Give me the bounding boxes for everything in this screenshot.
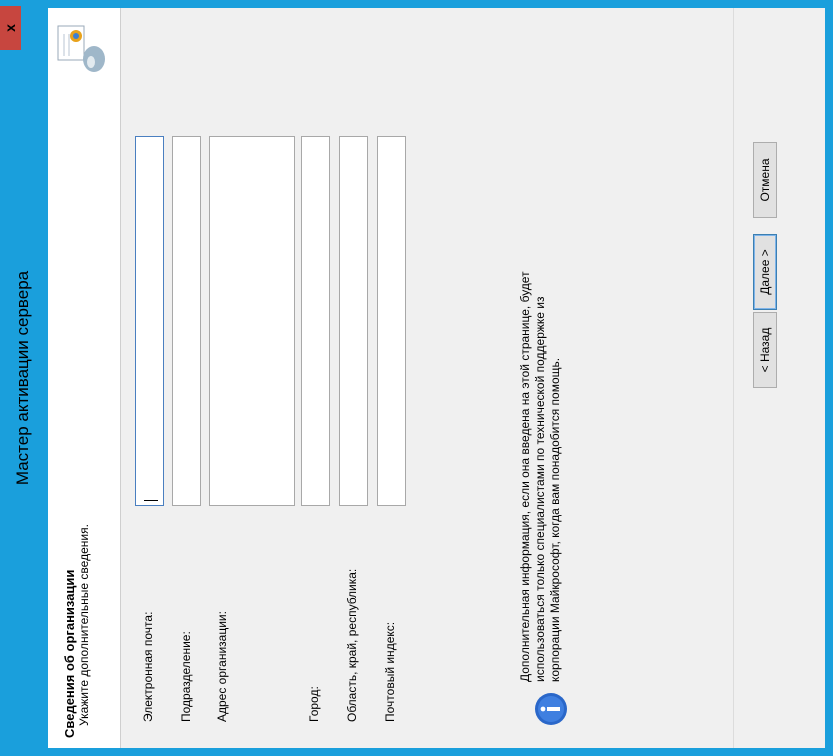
back-button[interactable]: < Назад bbox=[753, 312, 777, 388]
region-field[interactable] bbox=[339, 136, 368, 506]
address-label: Адрес организации: bbox=[215, 611, 229, 722]
window-title: Мастер активации сервера bbox=[13, 270, 32, 486]
page-subtitle: Укажите дополнительные сведения. bbox=[77, 524, 91, 726]
department-field[interactable] bbox=[172, 136, 201, 506]
title-bar[interactable]: Мастер активации сервера x bbox=[0, 0, 48, 756]
info-line-1: Дополнительная информация, если она введ… bbox=[518, 271, 532, 682]
page-title: Сведения об организации bbox=[62, 569, 77, 738]
department-label: Подразделение: bbox=[179, 631, 193, 722]
cancel-button[interactable]: Отмена bbox=[753, 142, 777, 218]
region-label: Область, край, республика: bbox=[345, 568, 359, 722]
certificate-icon bbox=[57, 25, 105, 72]
wizard-header: Сведения об организации Укажите дополнит… bbox=[48, 8, 121, 748]
dialog-body: Сведения об организации Укажите дополнит… bbox=[48, 8, 825, 748]
button-separator bbox=[733, 8, 734, 748]
city-field[interactable] bbox=[301, 136, 330, 506]
info-line-2: использоваться только специалистами по т… bbox=[533, 296, 547, 682]
activation-wizard-dialog: Мастер активации сервера x Сведения об о… bbox=[0, 0, 833, 756]
info-icon bbox=[535, 693, 567, 725]
email-label: Электронная почта: bbox=[141, 611, 155, 722]
text-caret bbox=[144, 500, 158, 501]
postal-code-field[interactable] bbox=[377, 136, 406, 506]
close-button[interactable]: x bbox=[0, 6, 21, 50]
info-text: Дополнительная информация, если она введ… bbox=[518, 42, 563, 682]
info-line-3: корпорации Майкрософт, когда вам понадоб… bbox=[548, 357, 562, 682]
email-field[interactable] bbox=[135, 136, 164, 506]
postal-code-label: Почтовый индекс: bbox=[383, 621, 397, 722]
screen: Мастер активации сервера x Сведения об о… bbox=[0, 0, 833, 756]
next-button[interactable]: Далее > bbox=[753, 234, 777, 310]
city-label: Город: bbox=[307, 686, 321, 722]
address-field[interactable] bbox=[209, 136, 295, 506]
